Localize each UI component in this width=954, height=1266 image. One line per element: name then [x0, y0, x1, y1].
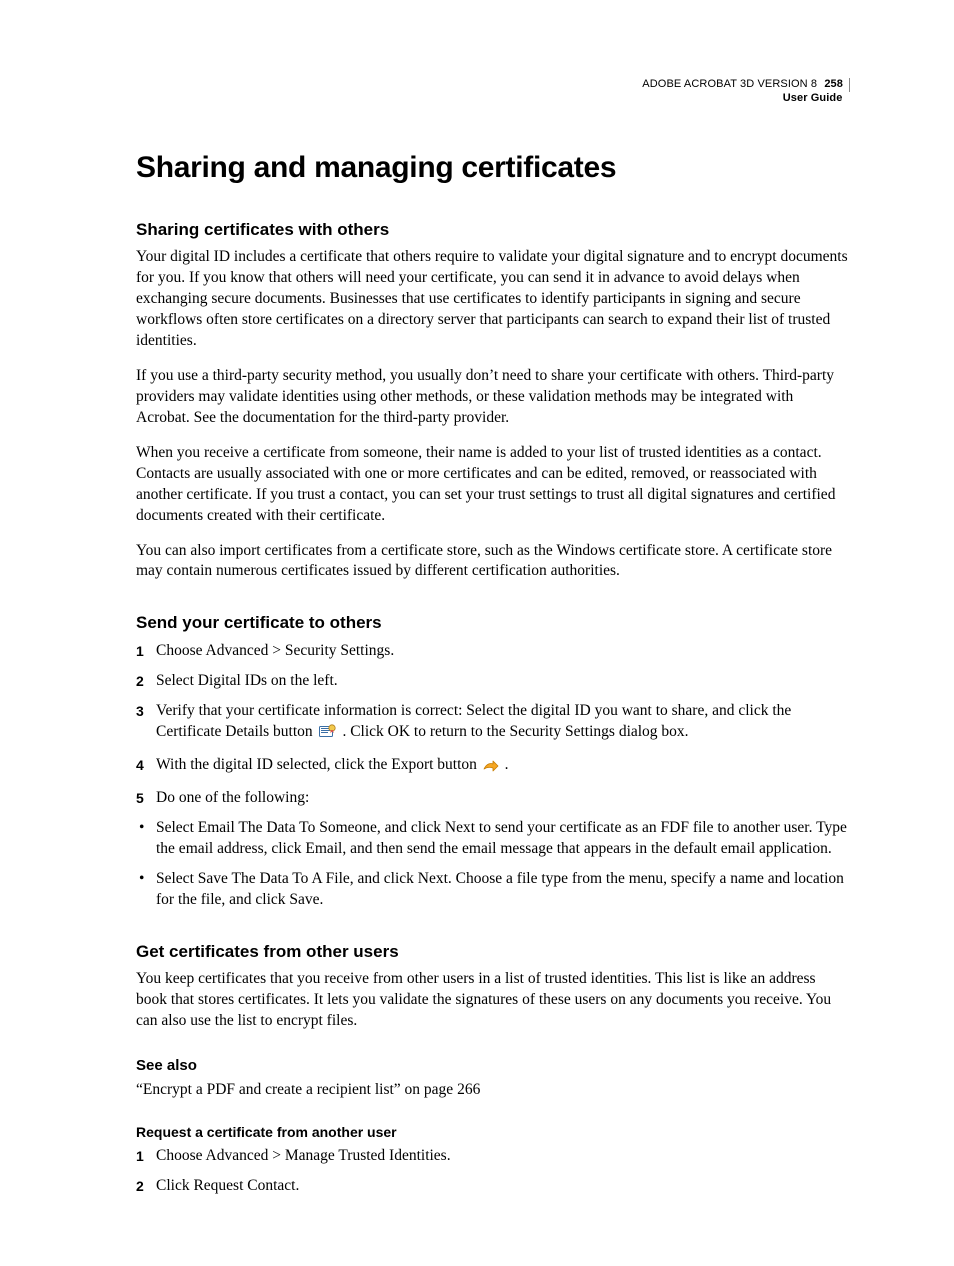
- section-get-title: Get certificates from other users: [136, 941, 850, 964]
- page-number: 258: [820, 78, 843, 90]
- step-text: With the digital ID selected, click the …: [156, 756, 481, 773]
- step-text: Choose Advanced > Manage Trusted Identit…: [156, 1147, 451, 1164]
- steps-list: Choose Advanced > Security Settings. Sel…: [136, 641, 850, 809]
- body-paragraph: You keep certificates that you receive f…: [136, 969, 850, 1032]
- step-text: Do one of the following:: [156, 789, 309, 806]
- step-item: Choose Advanced > Security Settings.: [136, 641, 850, 662]
- step-item: Click Request Contact.: [136, 1176, 850, 1197]
- step-item: Do one of the following:: [136, 788, 850, 809]
- section-sharing-title: Sharing certificates with others: [136, 219, 850, 242]
- body-paragraph: Your digital ID includes a certificate t…: [136, 247, 850, 352]
- export-arrow-icon: [483, 758, 499, 779]
- step-item: With the digital ID selected, click the …: [136, 755, 850, 779]
- body-paragraph: When you receive a certificate from some…: [136, 443, 850, 527]
- page: ADOBE ACROBAT 3D VERSION 8 258 User Guid…: [0, 0, 954, 1266]
- product-name: ADOBE ACROBAT 3D VERSION 8: [642, 78, 817, 90]
- see-also-heading: See also: [136, 1056, 850, 1076]
- section-send-title: Send your certificate to others: [136, 612, 850, 635]
- step-text: .: [505, 756, 509, 773]
- bullet-text: Select Email The Data To Someone, and cl…: [156, 819, 847, 857]
- section-request-title: Request a certificate from another user: [136, 1123, 850, 1142]
- step-text: Select Digital IDs on the left.: [156, 672, 338, 689]
- step-item: Verify that your certificate information…: [136, 701, 850, 746]
- chapter-title: Sharing and managing certificates: [136, 148, 850, 189]
- body-paragraph: If you use a third-party security method…: [136, 366, 850, 429]
- doc-label: User Guide: [642, 92, 850, 106]
- bullet-item: Select Save The Data To A File, and clic…: [136, 869, 850, 911]
- steps-list: Choose Advanced > Manage Trusted Identit…: [136, 1146, 850, 1197]
- bullet-list: Select Email The Data To Someone, and cl…: [136, 818, 850, 911]
- running-header: ADOBE ACROBAT 3D VERSION 8 258 User Guid…: [642, 78, 850, 106]
- bullet-item: Select Email The Data To Someone, and cl…: [136, 818, 850, 860]
- body-paragraph: You can also import certificates from a …: [136, 541, 850, 583]
- bullet-text: Select Save The Data To A File, and clic…: [156, 870, 844, 908]
- see-also-link[interactable]: “Encrypt a PDF and create a recipient li…: [136, 1080, 850, 1101]
- step-text: Click Request Contact.: [156, 1177, 299, 1194]
- step-text: . Click OK to return to the Security Set…: [342, 723, 688, 740]
- step-text: Choose Advanced > Security Settings.: [156, 642, 394, 659]
- certificate-details-icon: [319, 724, 337, 746]
- step-item: Choose Advanced > Manage Trusted Identit…: [136, 1146, 850, 1167]
- step-item: Select Digital IDs on the left.: [136, 671, 850, 692]
